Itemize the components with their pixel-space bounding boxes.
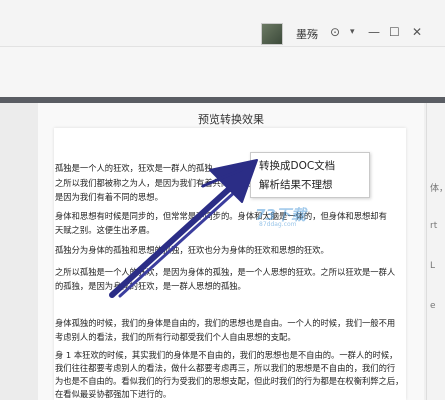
minimize-button[interactable]: — xyxy=(368,24,380,40)
watermark-logo: 73下载 87ddag.com xyxy=(255,204,310,230)
side-text: rt xyxy=(430,221,438,231)
title-bar: 墨殇 ⊙ ▾ — ☐ ✕ xyxy=(0,0,445,47)
avatar[interactable] xyxy=(261,23,283,45)
menu-item-convert-doc[interactable]: 转换成DOC文档 xyxy=(259,158,335,173)
document-line: 身体和思想有时候是同步的，但常常是不同步的。身体和大脑是一体的，但身体和思想却有 xyxy=(55,211,387,221)
document-line: 孤独分为身体的孤独和思想的孤独，狂欢也分为身体的狂欢和思想的狂欢。 xyxy=(55,245,329,255)
maximize-button[interactable]: ☐ xyxy=(389,24,400,40)
left-panel xyxy=(0,103,39,400)
shield-icon[interactable]: ⊙ xyxy=(330,24,340,40)
user-name[interactable]: 墨殇 xyxy=(296,26,318,42)
side-text: L xyxy=(430,261,436,271)
document-line: 孤独是一个人的狂欢，狂欢是一群人的孤独。 xyxy=(55,163,221,173)
document-line: 身 1 本狂欢的时候，其实我们的身体是不自由的，我们的思想也是不自由的。一群人的… xyxy=(55,350,398,360)
close-button[interactable]: ✕ xyxy=(412,24,422,40)
watermark-subtext: 87ddag.com xyxy=(259,221,297,228)
document-line: 之所以孤独是一个人的狂欢，是因为身体的孤独，是一个人思想的狂欢。之所以狂欢是一群… xyxy=(55,267,396,277)
toolbar xyxy=(0,47,445,97)
document-line: 考虑别人的看法，我们的所有行动都受我们个人自由思想的支配。 xyxy=(55,332,296,342)
document-line: 是因为我们有着不同的思想。 xyxy=(55,192,163,202)
preview-title: 预览转换效果 xyxy=(198,113,264,126)
side-text: 体， xyxy=(430,184,445,194)
context-menu: 转换成DOC文档 解析结果不理想 xyxy=(250,152,370,198)
document-line: 我们往往都要考虑别人的看法，做什么都要考虑再三，所以我们的思想是不自由的，我们的… xyxy=(55,363,396,373)
document-line: 在看似最妥协都强加下进行的。 xyxy=(55,389,172,399)
menu-item-parse-unsatisfied[interactable]: 解析结果不理想 xyxy=(259,177,333,192)
document-line: 天赋之别。这便生出矛盾。 xyxy=(55,225,155,235)
document-line: 为也是不自由的。看似我们的行为受我们的思想支配，但此时我们的行为都是在权衡利弊之… xyxy=(55,376,404,386)
document-line: 身体孤独的时候，我们的身体是自由的，我们的思想也是自由。一个人的时候，我们一般不… xyxy=(55,318,396,328)
dropdown-icon[interactable]: ▾ xyxy=(350,24,355,40)
side-text: e xyxy=(430,301,436,311)
document-line: 的孤独，是因为身体的狂欢，是一群人思想的孤独。 xyxy=(55,281,246,291)
right-side-panel: 体， rt L e xyxy=(426,103,445,400)
